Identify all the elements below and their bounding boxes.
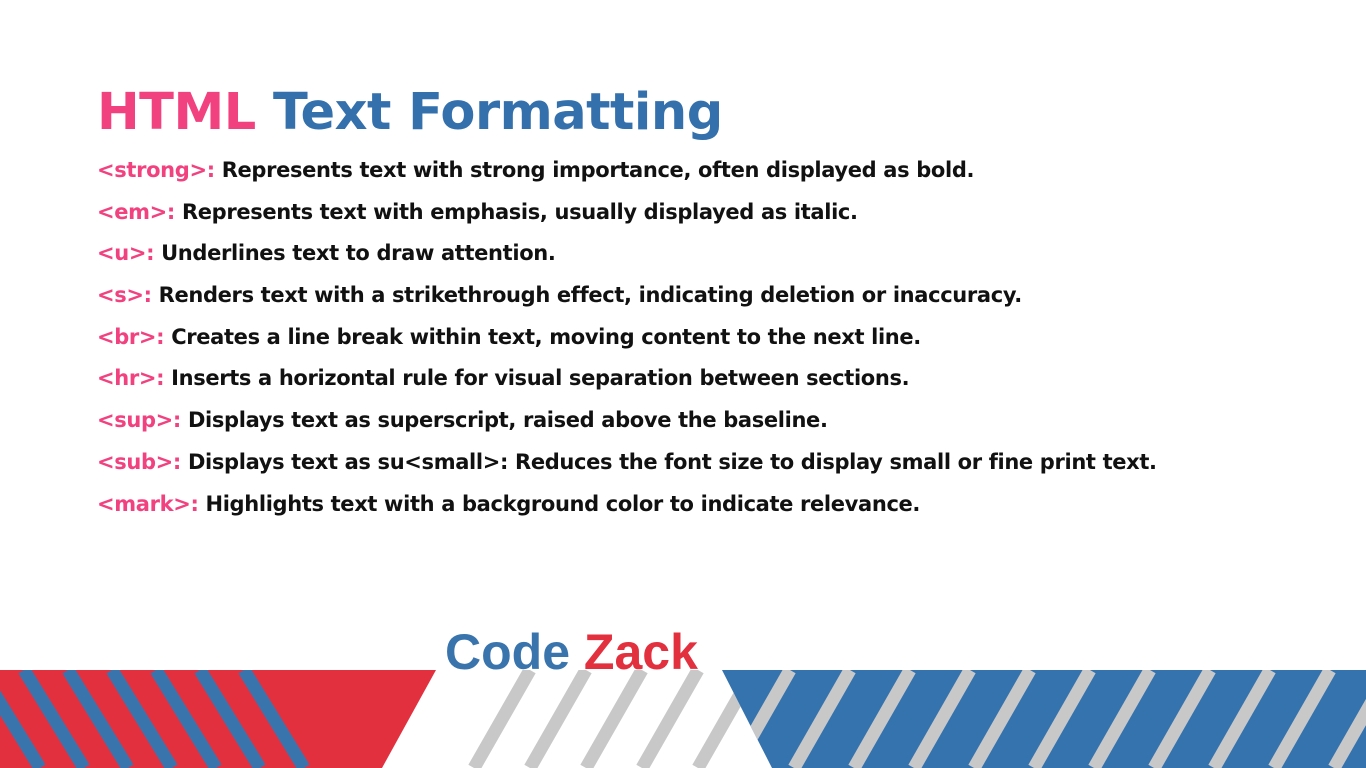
list-item: <em>: Represents text with emphasis, usu… — [97, 192, 1157, 234]
tag-name: <em>: — [97, 199, 175, 224]
slide: HTML Text Formatting <strong>: Represent… — [0, 0, 1366, 768]
blue-striped-panel — [722, 670, 1366, 768]
tag-name: <sup>: — [97, 408, 181, 433]
tag-description: Renders text with a strikethrough effect… — [158, 283, 1023, 308]
tag-name: <hr>: — [97, 366, 165, 391]
tag-name: <s>: — [97, 283, 152, 308]
list-item: <u>: Underlines text to draw attention. — [97, 233, 1157, 275]
list-item: <s>: Renders text with a strikethrough e… — [97, 275, 1157, 317]
red-striped-panel — [0, 670, 436, 768]
tag-description: Displays text as su<small>: Reduces the … — [187, 449, 1157, 474]
tag-description: Displays text as superscript, raised abo… — [187, 408, 828, 433]
list-item: <sup>: Displays text as superscript, rai… — [97, 400, 1157, 442]
tag-description: Highlights text with a background color … — [205, 491, 921, 516]
list-item: <hr>: Inserts a horizontal rule for visu… — [97, 358, 1157, 400]
slide-title: HTML Text Formatting — [97, 80, 723, 146]
tag-description: Represents text with strong importance, … — [221, 158, 975, 182]
striped-banner — [0, 670, 1366, 768]
tag-description: Underlines text to draw attention. — [161, 241, 556, 266]
tag-list: <strong>: Represents text with strong im… — [97, 150, 1157, 525]
tag-name: <u>: — [97, 241, 155, 266]
list-item: <strong>: Represents text with strong im… — [97, 150, 1157, 192]
title-text-formatting: Text Formatting — [273, 83, 723, 142]
tag-description: Inserts a horizontal rule for visual sep… — [171, 366, 910, 391]
tag-description: Represents text with emphasis, usually d… — [181, 199, 858, 224]
tag-name: <mark>: — [97, 491, 199, 516]
white-striped-panel — [468, 670, 760, 768]
tag-name: <sub>: — [97, 449, 181, 474]
title-html: HTML — [97, 83, 256, 142]
tag-description: Creates a line break within text, moving… — [171, 324, 921, 349]
tag-name: <strong>: — [97, 158, 215, 182]
list-item: <sub>: Displays text as su<small>: Reduc… — [97, 442, 1157, 484]
list-item: <mark>: Highlights text with a backgroun… — [97, 484, 1157, 526]
list-item: <br>: Creates a line break within text, … — [97, 317, 1157, 359]
tag-name: <br>: — [97, 324, 165, 349]
